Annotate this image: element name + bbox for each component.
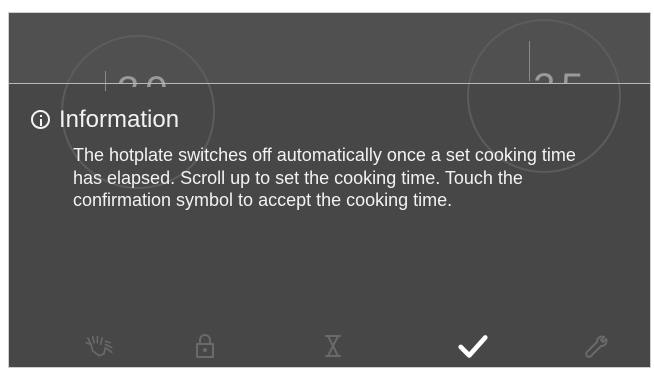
timer-hourglass-icon[interactable]	[317, 331, 349, 361]
right-dial-tick	[529, 41, 530, 81]
hob-display-frame: 30 25 Information The hotplate switches …	[8, 12, 651, 368]
wipe-protection-hand-icon[interactable]	[83, 331, 115, 361]
left-zone-value: 30	[117, 71, 174, 87]
info-icon	[31, 110, 50, 129]
bottom-toolbar	[9, 327, 650, 367]
confirm-check-icon[interactable]	[457, 331, 489, 361]
lock-icon[interactable]	[189, 331, 221, 361]
info-title: Information	[59, 106, 180, 133]
left-dial-tick	[105, 71, 106, 91]
overlay-divider	[9, 83, 650, 84]
right-zone-value: 25	[533, 68, 590, 84]
info-body-text: The hotplate switches off automatically …	[73, 145, 576, 210]
settings-wrench-icon[interactable]	[579, 331, 611, 361]
cooking-zones-area: 30 25	[9, 13, 650, 189]
